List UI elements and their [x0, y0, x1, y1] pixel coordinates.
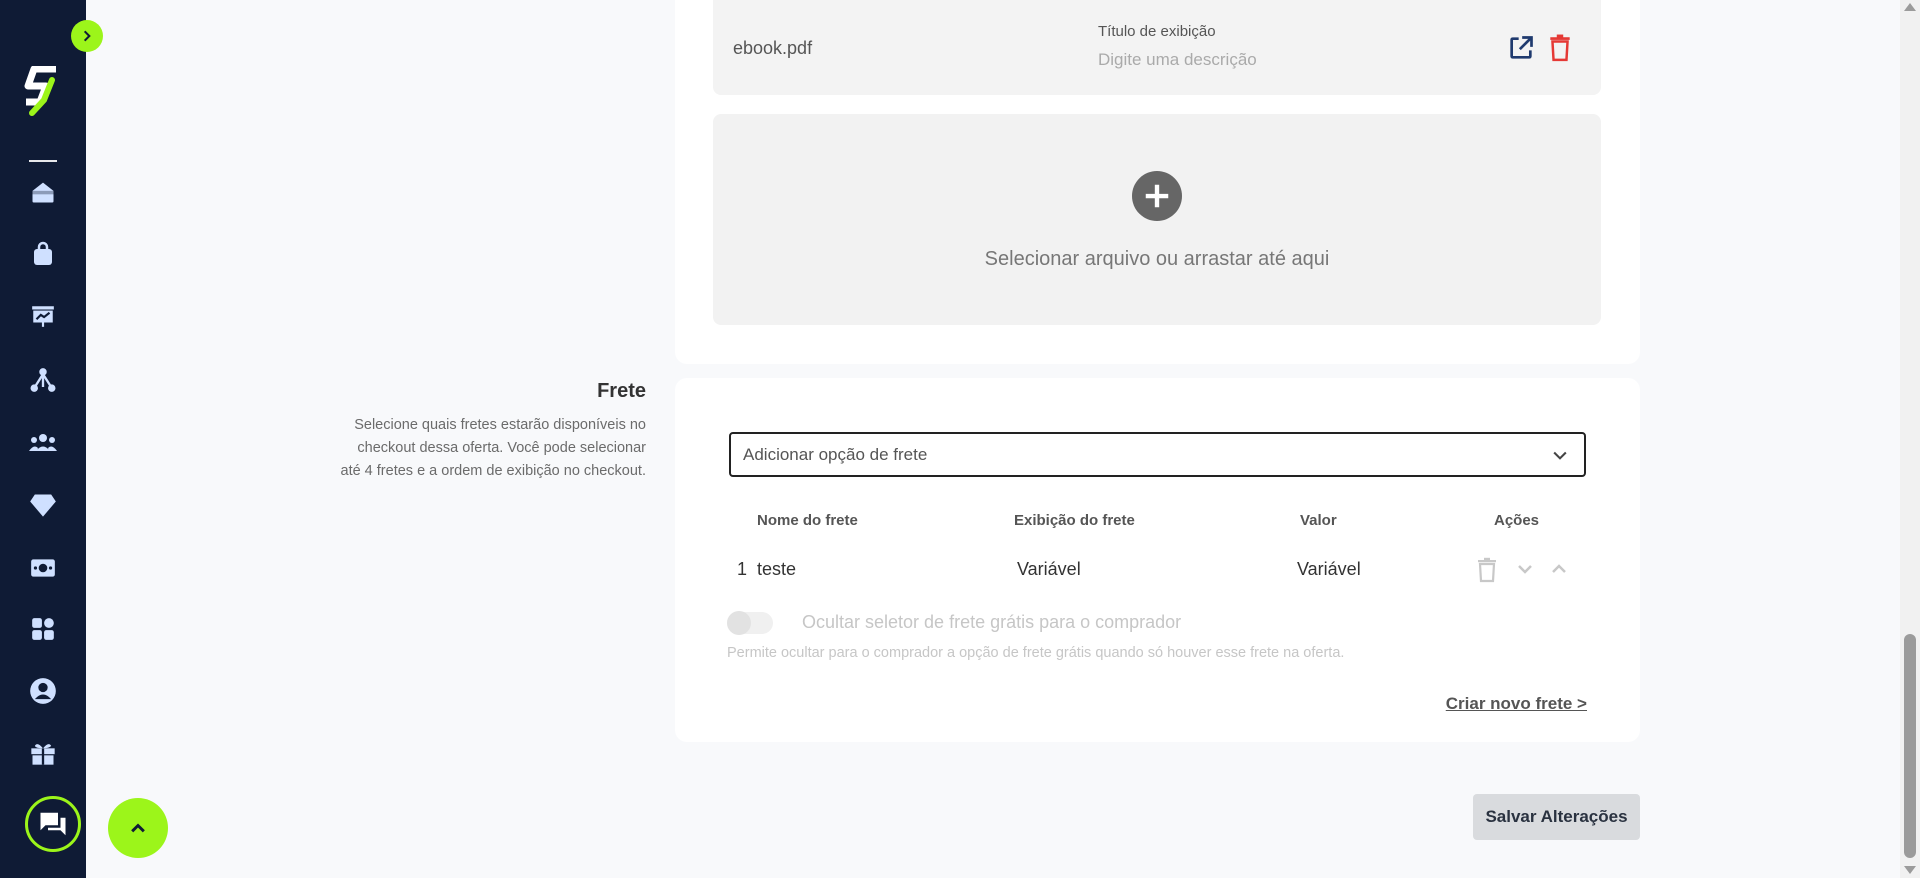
- hide-free-shipping-help: Permite ocultar para o comprador a opção…: [727, 645, 1345, 661]
- sidebar-item-apps[interactable]: [23, 609, 63, 649]
- chevron-up-icon: [1552, 564, 1566, 573]
- chevron-right-icon: [83, 30, 91, 42]
- file-row: ebook.pdf Título de exibição: [713, 0, 1601, 95]
- diamond-icon: [30, 494, 56, 517]
- gift-icon: [31, 744, 55, 765]
- brand-logo[interactable]: [22, 65, 64, 116]
- add-file-icon: [1132, 171, 1182, 221]
- network-icon: [30, 368, 56, 392]
- sidebar-item-home[interactable]: [23, 172, 63, 212]
- chevron-down-icon: [1553, 451, 1567, 460]
- sidebar-item-diamond[interactable]: [23, 485, 63, 525]
- chevron-up-icon: [131, 823, 145, 833]
- trash-icon: [1478, 557, 1496, 583]
- users-group-icon: [29, 434, 57, 451]
- sidebar-item-money[interactable]: [23, 548, 63, 588]
- chat-support-button[interactable]: [25, 796, 81, 852]
- dropzone-text: Selecionar arquivo ou arrastar até aqui: [984, 248, 1330, 270]
- column-header-value: Valor: [1300, 512, 1337, 529]
- move-up-button[interactable]: [1547, 557, 1573, 583]
- sidebar-item-presentation[interactable]: [23, 296, 63, 336]
- sidebar-item-products[interactable]: [23, 234, 63, 274]
- scroll-up-arrow[interactable]: [1904, 3, 1916, 11]
- frete-section-description: Selecione quais fretes estarão disponíve…: [340, 417, 647, 479]
- sidebar-item-users[interactable]: [23, 423, 63, 463]
- page-scrollbar[interactable]: [1900, 0, 1920, 878]
- sidebar: [0, 0, 86, 878]
- sidebar-item-account[interactable]: [23, 671, 63, 711]
- scroll-down-arrow[interactable]: [1904, 866, 1916, 874]
- delete-file-button[interactable]: [1547, 34, 1575, 62]
- money-icon: [31, 559, 55, 577]
- toggle-knob: [727, 611, 751, 635]
- chat-bubbles-icon: [40, 812, 66, 836]
- account-circle-icon: [30, 678, 56, 704]
- scroll-to-top-button[interactable]: [108, 798, 168, 858]
- apps-grid-icon: [32, 618, 54, 640]
- sidebar-divider: [29, 160, 57, 162]
- column-header-display: Exibição do frete: [1014, 512, 1135, 529]
- row-display: Variável: [1017, 559, 1081, 579]
- hide-free-shipping-toggle[interactable]: [727, 611, 773, 635]
- file-dropzone[interactable]: Selecionar arquivo ou arrastar até aqui: [713, 114, 1601, 325]
- shipping-option-input[interactable]: [743, 445, 1523, 465]
- move-down-button[interactable]: [1513, 557, 1539, 583]
- sidebar-item-network[interactable]: [23, 360, 63, 400]
- display-title-label: Título de exibição: [1098, 23, 1216, 40]
- open-external-icon: [1510, 36, 1533, 59]
- trash-icon: [1550, 34, 1570, 62]
- display-title-input[interactable]: [1098, 50, 1318, 70]
- file-name: ebook.pdf: [733, 38, 813, 58]
- hide-free-shipping-label: Ocultar seletor de frete grátis para o c…: [802, 612, 1182, 632]
- create-shipping-link[interactable]: Criar novo frete >: [1446, 694, 1587, 714]
- chevron-down-icon: [1518, 565, 1532, 574]
- products-bag-icon: [34, 241, 52, 265]
- column-header-name: Nome do frete: [757, 512, 858, 529]
- sidebar-expand-button[interactable]: [71, 20, 103, 52]
- row-value: Variável: [1297, 559, 1361, 579]
- column-header-actions: Ações: [1494, 512, 1540, 529]
- row-index: 1: [737, 559, 748, 579]
- delete-shipping-button[interactable]: [1475, 557, 1501, 583]
- scroll-thumb[interactable]: [1904, 634, 1916, 858]
- open-file-button[interactable]: [1507, 34, 1535, 62]
- frete-section-title: Frete: [597, 380, 646, 402]
- sidebar-item-gift[interactable]: [23, 733, 63, 773]
- presentation-chart-icon: [32, 306, 54, 327]
- row-name: teste: [757, 559, 797, 579]
- save-changes-button[interactable]: Salvar Alterações: [1473, 794, 1640, 840]
- shipping-option-select[interactable]: [729, 432, 1586, 477]
- home-icon: [32, 182, 54, 203]
